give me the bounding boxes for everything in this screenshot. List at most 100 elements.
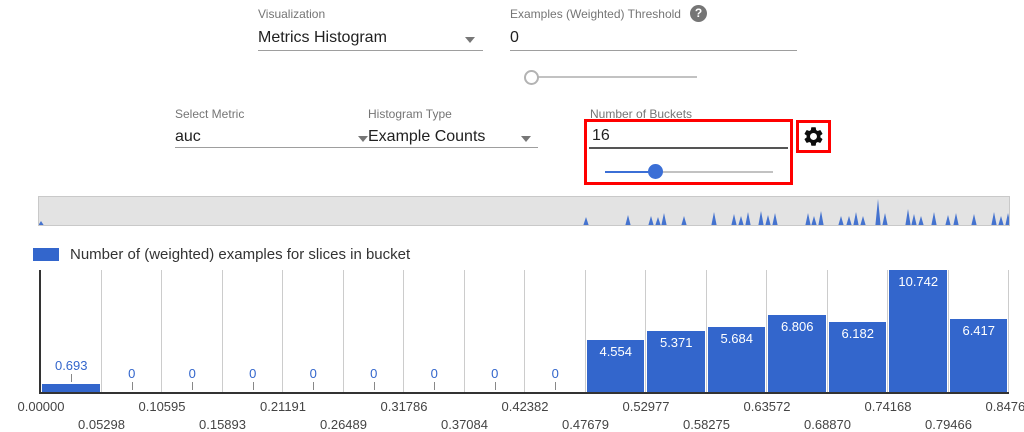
select-metric-select[interactable]: auc <box>175 128 201 146</box>
minimap-spike <box>811 216 816 225</box>
bar-label-stem <box>555 382 556 390</box>
threshold-underline <box>510 50 797 51</box>
minimap-spike <box>918 216 923 225</box>
num-buckets-slider-handle[interactable] <box>648 164 663 179</box>
x-axis-tick-label: 0.37084 <box>425 417 505 432</box>
num-buckets-underline <box>589 147 788 149</box>
minimap-spike <box>655 217 660 225</box>
minimap-spike <box>648 216 653 225</box>
minimap-spike <box>583 217 588 225</box>
plot-area: 0.693000000004.5545.3715.6846.8066.18210… <box>39 270 1009 394</box>
minimap-spike <box>953 213 958 225</box>
bar-label-stem <box>192 382 193 390</box>
bar-value-label: 6.182 <box>828 326 889 341</box>
bar-value-label: 6.806 <box>767 319 828 334</box>
num-buckets-slider[interactable] <box>598 162 780 182</box>
histogram-bar[interactable] <box>42 384 100 392</box>
chevron-down-icon[interactable] <box>521 136 531 142</box>
minimap-spikes <box>39 197 1009 225</box>
minimap-spike <box>758 211 763 225</box>
minimap-spike <box>875 199 880 225</box>
x-axis-tick-label: 0.84763 <box>969 399 1024 414</box>
bar-value-label: 0 <box>515 366 596 381</box>
x-axis-tick-label: 0.63572 <box>727 399 807 414</box>
x-axis-tick-label: 0.15893 <box>183 417 263 432</box>
num-buckets-input[interactable]: 16 <box>592 127 610 145</box>
chevron-down-icon[interactable] <box>465 37 475 43</box>
legend-label: Number of (weighted) examples for slices… <box>70 246 410 263</box>
minimap-spike <box>772 213 777 225</box>
bar-label-stem <box>313 382 314 390</box>
minimap-spike <box>931 212 936 225</box>
threshold-slider-handle[interactable] <box>524 70 539 85</box>
gridline <box>645 270 646 392</box>
minimap-spike <box>971 214 976 225</box>
threshold-slider[interactable] <box>524 67 704 87</box>
minimap-spike <box>911 214 916 225</box>
metrics-histogram-view: Visualization Metrics Histogram Examples… <box>0 0 1024 432</box>
minimap-spike <box>945 215 950 225</box>
select-metric-underline <box>175 147 371 148</box>
bar-label-stem <box>495 382 496 390</box>
histogram-type-label: Histogram Type <box>368 107 452 121</box>
histogram-type-select[interactable]: Example Counts <box>368 128 485 146</box>
x-axis-tick-label: 0.58275 <box>667 417 747 432</box>
x-axis-tick-label: 0.26489 <box>304 417 384 432</box>
x-axis-tick-label: 0.00000 <box>1 399 81 414</box>
x-axis-tick-label: 0.74168 <box>848 399 928 414</box>
bar-label-stem <box>253 382 254 390</box>
bar-value-label: 6.417 <box>949 323 1010 338</box>
overview-strip <box>38 196 1010 226</box>
bar-label-stem <box>374 382 375 390</box>
chevron-down-icon[interactable] <box>358 136 368 142</box>
x-axis-tick-label: 0.42382 <box>485 399 565 414</box>
x-axis-tick-label: 0.10595 <box>122 399 202 414</box>
minimap-spike <box>882 213 887 225</box>
bar-label-stem <box>71 374 72 382</box>
minimap-spike <box>838 216 843 225</box>
select-metric-label: Select Metric <box>175 107 244 121</box>
minimap-spike <box>846 216 851 225</box>
x-axis: 0.000000.052980.105950.158930.211910.264… <box>41 396 1009 432</box>
legend-swatch <box>33 248 59 261</box>
minimap-spike <box>853 212 858 225</box>
minimap-spike <box>998 216 1003 225</box>
threshold-input[interactable]: 0 <box>510 29 519 47</box>
visualization-underline <box>258 50 483 51</box>
bar-value-label: 5.371 <box>646 335 707 350</box>
minimap-spike <box>805 213 810 225</box>
minimap-spike <box>731 214 736 225</box>
minimap-spike <box>905 209 910 225</box>
histogram-type-underline <box>368 147 538 148</box>
settings-button[interactable] <box>796 120 831 153</box>
visualization-label: Visualization <box>258 7 325 21</box>
minimap-spike <box>818 211 823 225</box>
x-axis-tick-label: 0.79466 <box>909 417 989 432</box>
minimap-spike <box>39 221 44 225</box>
x-axis-tick-label: 0.31786 <box>364 399 444 414</box>
x-axis-tick-label: 0.21191 <box>243 399 323 414</box>
minimap-spike <box>1005 213 1009 225</box>
bar-label-stem <box>132 382 133 390</box>
minimap-spike <box>625 215 630 225</box>
bar-value-label: 5.684 <box>707 331 768 346</box>
minimap-spike <box>738 216 743 225</box>
gear-icon <box>802 125 825 148</box>
minimap-spike <box>711 212 716 225</box>
x-axis-tick-label: 0.47679 <box>546 417 626 432</box>
threshold-slider-track[interactable] <box>531 76 697 78</box>
help-icon[interactable]: ? <box>690 5 707 22</box>
minimap-spike <box>765 215 770 225</box>
minimap-spike <box>991 212 996 225</box>
x-axis-tick-label: 0.05298 <box>62 417 142 432</box>
minimap-spike <box>681 216 686 225</box>
minimap-spike <box>745 212 750 225</box>
x-axis-tick-label: 0.68870 <box>788 417 868 432</box>
x-axis-tick-label: 0.52977 <box>606 399 686 414</box>
bar-value-label: 4.554 <box>586 344 647 359</box>
visualization-select[interactable]: Metrics Histogram <box>258 29 387 47</box>
bar-label-stem <box>434 382 435 390</box>
minimap-spike <box>860 216 865 225</box>
bar-value-label: 10.742 <box>888 274 949 289</box>
minimap-spike <box>661 213 666 225</box>
